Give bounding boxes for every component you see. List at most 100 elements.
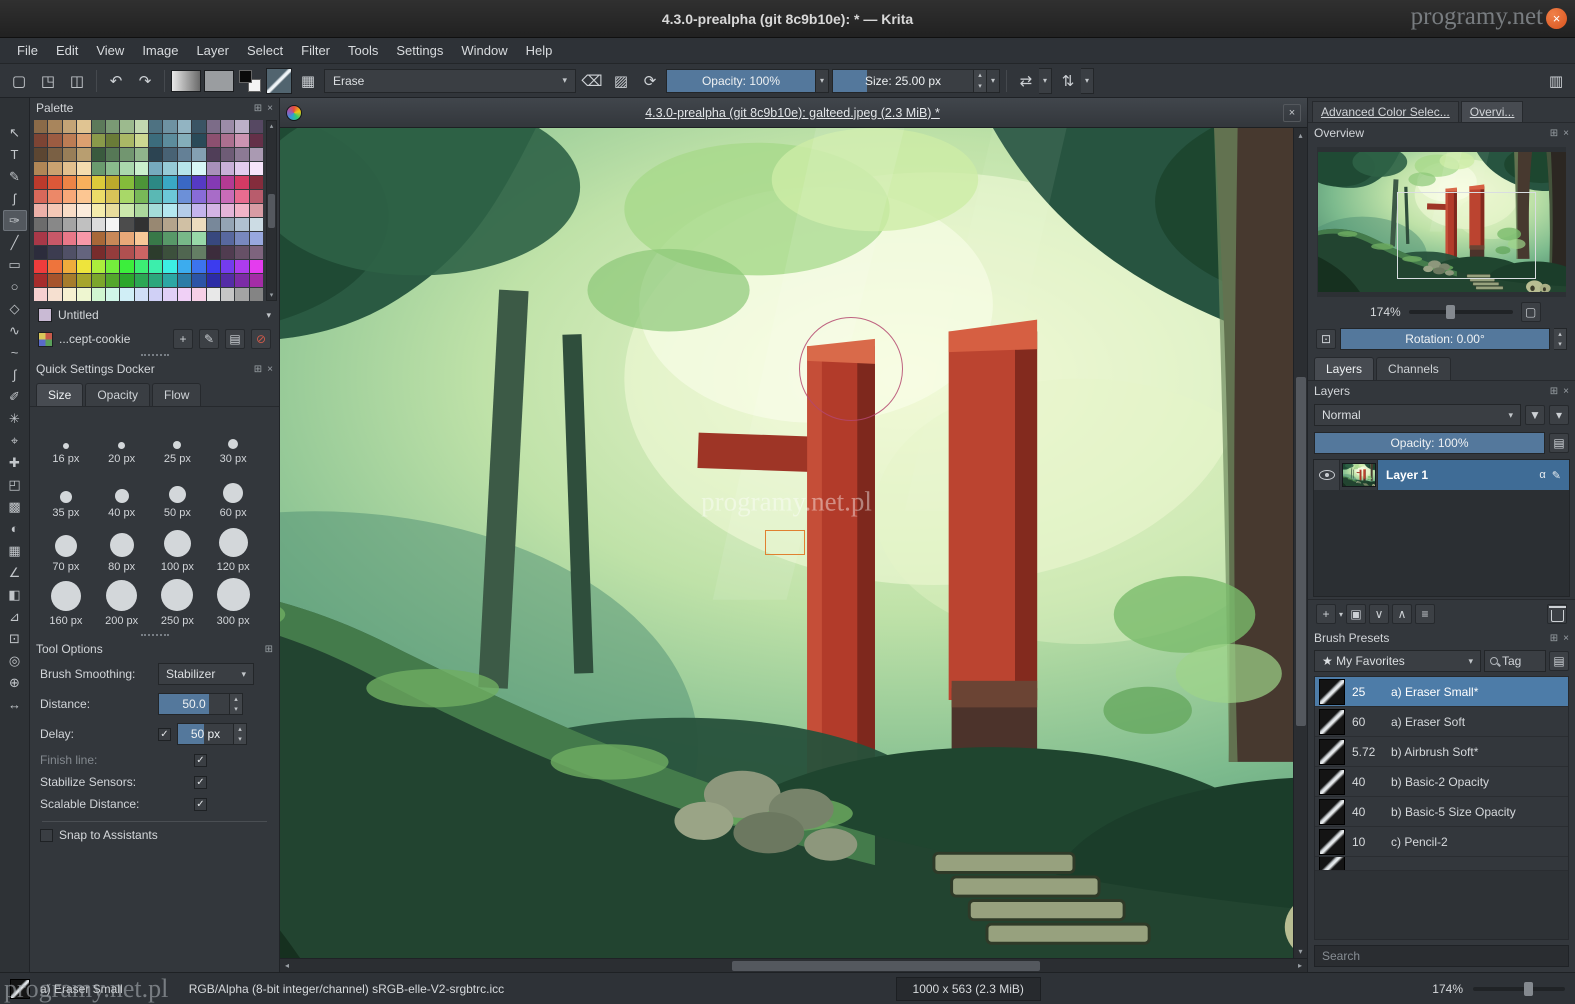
spin-down-icon[interactable]: ▾ xyxy=(234,734,246,744)
move-layer-up-button[interactable]: ∧ xyxy=(1392,604,1413,624)
mirror-horizontal-dropdown[interactable]: ▾ xyxy=(1039,67,1052,94)
palette-swatch[interactable] xyxy=(48,162,62,175)
tool-calligraphy[interactable]: ʃ xyxy=(3,188,27,209)
float-docker-icon[interactable]: ⊞ xyxy=(254,103,262,114)
menu-edit[interactable]: Edit xyxy=(47,39,87,62)
brush-preset-row[interactable]: 40 b) Basic-5 Size Opacity xyxy=(1315,797,1568,827)
duplicate-layer-button[interactable]: ▣ xyxy=(1346,604,1367,624)
scrollbar-thumb[interactable] xyxy=(1296,377,1306,726)
palette-swatch[interactable] xyxy=(91,288,105,301)
preset-search-input[interactable] xyxy=(1314,945,1569,967)
palette-swatch[interactable] xyxy=(91,232,105,245)
palette-swatch[interactable] xyxy=(77,134,91,147)
brush-preset-row[interactable]: 25 a) Eraser Small* xyxy=(1315,677,1568,707)
palette-swatch[interactable] xyxy=(177,120,192,133)
palette-swatch[interactable] xyxy=(149,218,163,231)
scalable-distance-checkbox[interactable]: ✓ xyxy=(194,797,207,811)
palette-swatch[interactable] xyxy=(105,232,120,245)
palette-swatch[interactable] xyxy=(220,232,235,245)
palette-swatch[interactable] xyxy=(134,274,148,287)
tool-multibrush[interactable]: ✳ xyxy=(3,408,27,429)
palette-swatch[interactable] xyxy=(177,246,192,259)
palette-swatch[interactable] xyxy=(34,204,48,217)
palette-swatch[interactable] xyxy=(220,260,235,273)
tool-transform[interactable]: ⌖ xyxy=(3,430,27,451)
brush-size-100px[interactable]: 100 px xyxy=(150,523,206,573)
palette-swatch[interactable] xyxy=(249,288,263,301)
palette-swatch[interactable] xyxy=(62,260,77,273)
layer-row[interactable]: Layer 1 α ✎ xyxy=(1314,460,1569,490)
fill-chooser-button[interactable] xyxy=(204,69,234,92)
palette-swatch[interactable] xyxy=(249,204,263,217)
palette-swatch[interactable] xyxy=(120,274,134,287)
palette-swatch[interactable] xyxy=(48,246,62,259)
palette-swatch[interactable] xyxy=(220,190,235,203)
palette-swatch[interactable] xyxy=(77,260,91,273)
palette-swatch[interactable] xyxy=(77,204,91,217)
palette-swatch[interactable] xyxy=(134,288,148,301)
reload-preset-button[interactable]: ⟳ xyxy=(637,68,663,94)
palette-swatch[interactable] xyxy=(192,134,206,147)
palette-swatch[interactable] xyxy=(105,218,120,231)
palette-swatch[interactable] xyxy=(134,246,148,259)
palette-swatch[interactable] xyxy=(235,218,249,231)
scroll-down-icon[interactable]: ▾ xyxy=(270,291,274,299)
canvas-rotation-reset-button[interactable]: ⊡ xyxy=(1316,329,1336,349)
pattern-chooser-button[interactable]: ▦ xyxy=(295,68,321,94)
palette-swatch[interactable] xyxy=(105,176,120,189)
palette-swatch[interactable] xyxy=(77,232,91,245)
tool-rectangle[interactable]: ▭ xyxy=(3,254,27,275)
tool-gradient[interactable]: ▩ xyxy=(3,496,27,517)
palette-swatch[interactable] xyxy=(220,274,235,287)
brush-size-200px[interactable]: 200 px xyxy=(94,577,150,627)
palette-swatch[interactable] xyxy=(149,134,163,147)
palette-scrollbar[interactable]: ▴ ▾ xyxy=(266,120,277,301)
tab-size[interactable]: Size xyxy=(36,383,84,406)
tool-color-sampler[interactable]: ◐ xyxy=(3,518,27,539)
scroll-up-icon[interactable]: ▴ xyxy=(1294,128,1307,142)
tab-channels[interactable]: Channels xyxy=(1376,357,1451,380)
layer-view-options-button[interactable]: ▾ xyxy=(1549,405,1569,425)
layer-visibility-cell[interactable] xyxy=(1314,460,1340,490)
menu-layer[interactable]: Layer xyxy=(187,39,238,62)
tool-dynamic-brush[interactable]: ✐ xyxy=(3,386,27,407)
palette-swatch[interactable] xyxy=(249,134,263,147)
menu-image[interactable]: Image xyxy=(133,39,187,62)
palette-swatch[interactable] xyxy=(177,204,192,217)
palette-swatch[interactable] xyxy=(220,246,235,259)
palette-swatch[interactable] xyxy=(206,232,220,245)
palette-swatch[interactable] xyxy=(163,260,177,273)
menu-help[interactable]: Help xyxy=(517,39,562,62)
palette-swatch[interactable] xyxy=(134,218,148,231)
tool-select-rect[interactable]: ↔ xyxy=(3,694,27,715)
docker-tab-overvi---[interactable]: Overvi... xyxy=(1460,101,1524,122)
palette-swatch[interactable] xyxy=(62,218,77,231)
palette-swatch[interactable] xyxy=(149,148,163,161)
palette-swatch[interactable] xyxy=(249,274,263,287)
palette-swatch[interactable] xyxy=(220,218,235,231)
palette-swatch[interactable] xyxy=(48,232,62,245)
palette-swatch[interactable] xyxy=(34,232,48,245)
stabilize-sensors-checkbox[interactable]: ✓ xyxy=(194,775,207,789)
palette-swatch[interactable] xyxy=(206,260,220,273)
palette-swatch[interactable] xyxy=(163,162,177,175)
palette-swatch[interactable] xyxy=(77,246,91,259)
brush-size-40px[interactable]: 40 px xyxy=(94,469,150,519)
tool-bezier-curve[interactable]: ~ xyxy=(3,342,27,363)
palette-swatch[interactable] xyxy=(235,288,249,301)
palette-swatch[interactable] xyxy=(235,260,249,273)
palette-swatch[interactable] xyxy=(34,190,48,203)
palette-swatch[interactable] xyxy=(220,148,235,161)
inherit-alpha-icon[interactable]: α xyxy=(1539,469,1545,482)
float-docker-icon[interactable]: ⊞ xyxy=(1550,128,1558,139)
palette-swatch[interactable] xyxy=(120,246,134,259)
palette-swatch[interactable] xyxy=(62,176,77,189)
palette-swatch[interactable] xyxy=(163,120,177,133)
brush-size-35px[interactable]: 35 px xyxy=(38,469,94,519)
palette-swatch[interactable] xyxy=(163,148,177,161)
float-docker-icon[interactable]: ⊞ xyxy=(254,364,262,375)
palette-swatch[interactable] xyxy=(105,274,120,287)
palette-swatch[interactable] xyxy=(77,274,91,287)
palette-swatch[interactable] xyxy=(62,232,77,245)
palette-swatch[interactable] xyxy=(149,162,163,175)
